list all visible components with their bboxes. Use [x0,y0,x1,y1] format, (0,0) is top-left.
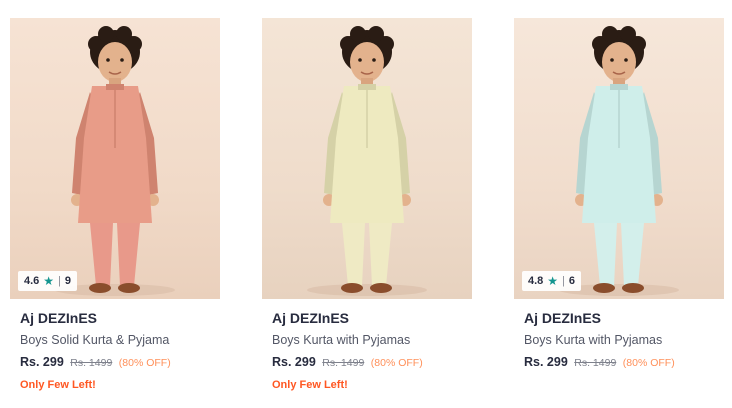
product-mrp: Rs. 1499 [574,357,617,369]
product-discount: (80% OFF) [118,357,171,369]
kid-illustration [559,26,679,296]
product-info[interactable]: Aj DEZInES Boys Solid Kurta & Pyjama Rs.… [10,299,220,393]
rating-value: 4.6 [24,275,40,287]
product-discount: (80% OFF) [370,357,423,369]
star-icon: ★ [547,274,559,288]
rating-badge: 4.8 ★ | 6 [522,271,582,291]
product-price: Rs. 299 [524,355,568,369]
product-brand: Aj DEZInES [20,310,98,326]
product-image[interactable] [262,18,472,299]
rating-divider: | [562,275,565,287]
rating-count: 6 [568,275,576,287]
product-name: Boys Kurta with Pyjamas [272,333,411,347]
product-card[interactable]: 4.8 ★ | 6 Aj DEZInES Boys Kurta with Pyj… [514,18,724,393]
product-price: Rs. 299 [272,355,316,369]
product-brand: Aj DEZInES [272,310,350,326]
product-brand: Aj DEZInES [524,310,602,326]
product-info[interactable]: Aj DEZInES Boys Kurta with Pyjamas Rs. 2… [262,299,472,393]
product-mrp: Rs. 1499 [70,357,113,369]
stock-alert: Only Few Left! [272,379,348,391]
product-name: Boys Kurta with Pyjamas [524,333,663,347]
product-info[interactable]: Aj DEZInES Boys Kurta with Pyjamas Rs. 2… [514,299,724,393]
rating-badge: 4.6 ★ | 9 [18,271,78,291]
product-price: Rs. 299 [20,355,64,369]
rating-divider: | [58,275,61,287]
product-card[interactable]: Aj DEZInES Boys Kurta with Pyjamas Rs. 2… [262,18,472,393]
stock-alert: Only Few Left! [20,379,96,391]
product-image[interactable]: 4.6 ★ | 9 [10,18,220,299]
product-card[interactable]: 4.6 ★ | 9 Aj DEZInES Boys Solid Kurta & … [10,18,220,393]
price-row: Rs. 299 Rs. 1499 (80% OFF) [524,353,714,371]
product-name: Boys Solid Kurta & Pyjama [20,333,170,347]
kid-illustration [307,26,427,296]
product-image[interactable]: 4.8 ★ | 6 [514,18,724,299]
rating-value: 4.8 [528,275,544,287]
product-mrp: Rs. 1499 [322,357,365,369]
stock-alert [524,377,714,393]
price-row: Rs. 299 Rs. 1499 (80% OFF) [20,353,210,371]
product-discount: (80% OFF) [622,357,675,369]
kid-illustration [55,26,175,296]
star-icon: ★ [43,274,55,288]
price-row: Rs. 299 Rs. 1499 (80% OFF) [272,353,462,371]
rating-count: 9 [64,275,72,287]
